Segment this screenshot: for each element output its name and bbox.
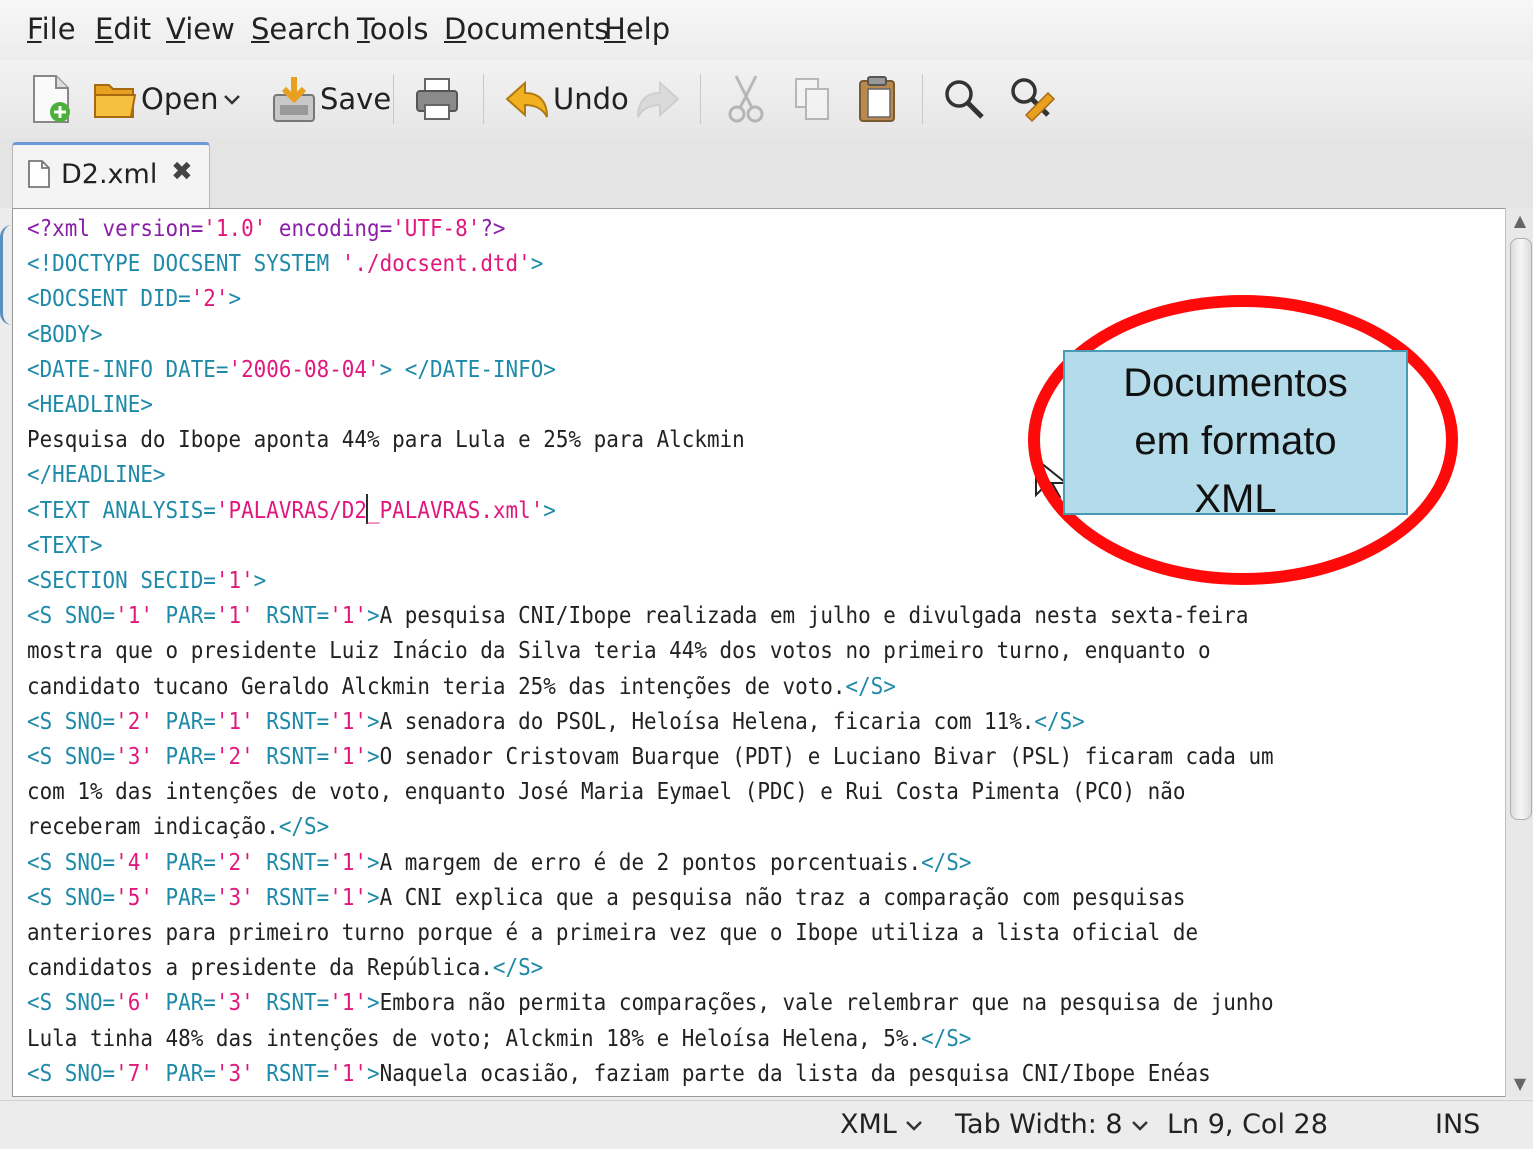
save-button[interactable]: Save xyxy=(272,72,391,126)
menu-search[interactable]: Search xyxy=(251,12,351,46)
tab-width-label: Tab Width: 8 xyxy=(955,1109,1123,1140)
save-icon xyxy=(273,77,315,122)
clipboard-icon xyxy=(859,76,895,122)
folder-open-icon xyxy=(94,84,137,118)
code-line[interactable]: <S SNO='4' PAR='2' RSNT='1'>A margem de … xyxy=(27,845,1274,880)
chevron-down-icon xyxy=(1132,1121,1149,1131)
search-icon xyxy=(945,80,984,119)
code-line[interactable]: <S SNO='5' PAR='3' RSNT='1'>A CNI explic… xyxy=(27,880,1274,915)
copy-button[interactable] xyxy=(794,72,830,126)
code-line[interactable]: <S SNO='6' PAR='3' RSNT='1'>Embora não p… xyxy=(27,985,1274,1020)
save-label: Save xyxy=(320,82,392,116)
toolbar-separator xyxy=(700,74,701,124)
scroll-up-arrow-icon[interactable]: ▲ xyxy=(1509,210,1531,232)
menu-view-mnemonic: V xyxy=(166,12,186,46)
code-line[interactable]: com 1% das intenções de voto, enquanto J… xyxy=(27,774,1274,809)
code-line[interactable]: receberam indicação.</S> xyxy=(27,809,1274,844)
code-line[interactable]: candidato tucano Geraldo Alckmin teria 2… xyxy=(27,669,1274,704)
code-line[interactable]: candidatos a presidente da República.</S… xyxy=(27,950,1274,985)
tab-d2-xml[interactable]: D2.xml ✖ xyxy=(12,142,210,209)
text-cursor xyxy=(366,493,368,524)
scroll-down-arrow-icon[interactable]: ▼ xyxy=(1509,1073,1531,1095)
cut-button[interactable] xyxy=(728,72,764,126)
menu-view-label: iew xyxy=(185,12,235,46)
find-replace-button[interactable] xyxy=(1008,72,1056,126)
menu-search-mnemonic: S xyxy=(251,12,270,46)
new-document-icon xyxy=(33,75,70,123)
open-recent-dropdown[interactable] xyxy=(222,72,242,126)
menu-documents-mnemonic: D xyxy=(444,12,467,46)
cursor-position: Ln 9, Col 28 xyxy=(1167,1109,1328,1140)
code-line[interactable]: <S SNO='2' PAR='1' RSNT='1'>A senadora d… xyxy=(27,704,1274,739)
toolbar-separator xyxy=(393,74,394,124)
code-line[interactable]: anteriores para primeiro turno porque é … xyxy=(27,915,1274,950)
toolbar: Open Save Undo xyxy=(0,60,1533,138)
menu-file-label: ile xyxy=(41,12,76,46)
menu-edit-label: dit xyxy=(113,12,152,46)
undo-button[interactable]: Undo xyxy=(505,72,629,126)
menu-help-label: elp xyxy=(625,12,671,46)
code-line[interactable]: mostra que o presidente Luiz Inácio da S… xyxy=(27,633,1274,668)
open-label: Open xyxy=(141,82,219,116)
document-icon xyxy=(28,160,50,188)
undo-arrow-icon xyxy=(505,80,548,118)
status-bar: XML Tab Width: 8 Ln 9, Col 28 INS xyxy=(0,1100,1533,1149)
menu-edit[interactable]: Edit xyxy=(95,12,151,46)
tab-label: D2.xml xyxy=(61,159,158,190)
menu-documents[interactable]: Documents xyxy=(444,12,609,46)
menu-tools-label: ools xyxy=(369,12,429,46)
menu-edit-mnemonic: E xyxy=(95,12,114,46)
tab-bar xyxy=(0,138,1533,208)
scissors-icon xyxy=(728,75,764,123)
code-line[interactable]: <?xml version='1.0' encoding='UTF-8'?> xyxy=(27,211,1274,246)
printer-icon xyxy=(416,78,458,120)
chevron-down-icon xyxy=(906,1121,923,1131)
menu-file-mnemonic: F xyxy=(27,12,42,46)
code-line[interactable]: <SECTION SECID='1'> xyxy=(27,563,1274,598)
menu-view[interactable]: View xyxy=(166,12,235,46)
menu-help[interactable]: Help xyxy=(604,12,670,46)
new-document-button[interactable] xyxy=(30,72,72,126)
menu-help-mnemonic: H xyxy=(604,12,626,46)
menu-tools-mnemonic: T xyxy=(357,12,370,46)
code-line[interactable]: <S SNO='3' PAR='2' RSNT='1'>O senador Cr… xyxy=(27,739,1274,774)
open-button[interactable]: Open xyxy=(93,72,218,126)
menu-bar: File Edit View Search Tools Documents He… xyxy=(0,0,1533,60)
annotation-callout: Documentos em formato XML xyxy=(1063,350,1408,521)
language-label: XML xyxy=(840,1109,897,1140)
copy-icon xyxy=(795,78,829,120)
code-line[interactable]: Lula tinha 48% das intenções de voto; Al… xyxy=(27,1021,1274,1056)
language-selector[interactable]: XML xyxy=(840,1109,923,1140)
vertical-scrollbar[interactable]: ▲ ▼ xyxy=(1505,208,1533,1097)
code-line[interactable]: <DOCSENT DID='2'> xyxy=(27,281,1274,316)
scrollbar-thumb[interactable] xyxy=(1510,238,1532,820)
redo-button[interactable] xyxy=(636,72,680,126)
find-button[interactable] xyxy=(942,72,986,126)
code-line[interactable]: <S SNO='1' PAR='1' RSNT='1'>A pesquisa C… xyxy=(27,598,1274,633)
redo-arrow-icon xyxy=(637,80,680,118)
menu-file[interactable]: File xyxy=(27,12,76,46)
toolbar-separator xyxy=(922,74,923,124)
menu-documents-label: ocuments xyxy=(466,12,610,46)
print-button[interactable] xyxy=(415,72,459,126)
chevron-down-icon xyxy=(224,95,240,105)
annotation-line-1: Documentos xyxy=(1123,361,1348,405)
code-line[interactable]: <S SNO='7' PAR='3' RSNT='1'>Naquela ocas… xyxy=(27,1056,1274,1091)
tab-width-selector[interactable]: Tab Width: 8 xyxy=(955,1109,1149,1140)
annotation-line-2: em formato xyxy=(1134,419,1337,463)
annotation-line-3: XML xyxy=(1194,477,1277,521)
toolbar-separator xyxy=(483,74,484,124)
close-icon[interactable]: ✖ xyxy=(171,157,193,187)
menu-search-label: earch xyxy=(269,12,351,46)
code-line[interactable]: <!DOCTYPE DOCSENT SYSTEM './docsent.dtd'… xyxy=(27,246,1274,281)
menu-tools[interactable]: Tools xyxy=(357,12,428,46)
insert-mode: INS xyxy=(1435,1109,1481,1140)
find-replace-icon xyxy=(1011,78,1056,123)
paste-button[interactable] xyxy=(858,72,896,126)
undo-label: Undo xyxy=(553,82,629,116)
